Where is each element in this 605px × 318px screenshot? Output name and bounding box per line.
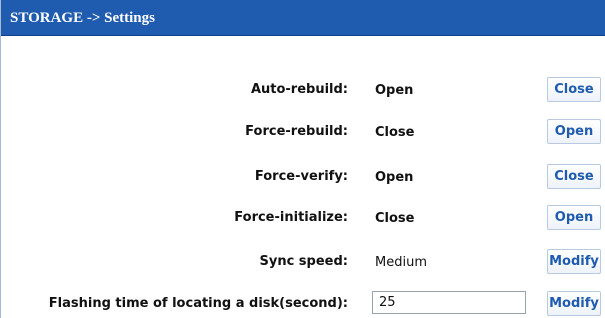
- force-rebuild-open-button[interactable]: Open: [547, 119, 601, 144]
- sync-speed-modify-button[interactable]: Modify: [547, 249, 601, 274]
- auto-rebuild-close-button[interactable]: Close: [547, 77, 601, 102]
- force-rebuild-label: Force-rebuild:: [245, 124, 348, 139]
- force-rebuild-row: Force-rebuild: Close Open: [1, 117, 605, 147]
- page-title: STORAGE -> Settings: [10, 10, 155, 26]
- auto-rebuild-value: Open: [375, 83, 414, 98]
- auto-rebuild-row: Auto-rebuild: Open Close: [1, 75, 605, 105]
- force-initialize-value: Close: [375, 211, 415, 226]
- sync-speed-label: Sync speed:: [259, 254, 348, 269]
- force-rebuild-value: Close: [375, 125, 415, 140]
- force-verify-close-button[interactable]: Close: [547, 164, 601, 189]
- force-initialize-open-button[interactable]: Open: [547, 205, 601, 230]
- force-initialize-row: Force-initialize: Close Open: [1, 203, 605, 233]
- force-verify-label: Force-verify:: [254, 169, 348, 184]
- settings-panel: STORAGE -> Settings Auto-rebuild: Open C…: [0, 0, 605, 318]
- sync-speed-value: Medium: [375, 255, 427, 270]
- sync-speed-row: Sync speed: Medium Modify: [1, 247, 605, 277]
- flashing-time-modify-button[interactable]: Modify: [547, 291, 601, 316]
- panel-header: STORAGE -> Settings: [1, 0, 605, 36]
- auto-rebuild-label: Auto-rebuild:: [250, 82, 348, 97]
- flashing-time-row: Flashing time of locating a disk(second)…: [1, 289, 605, 318]
- flashing-time-input[interactable]: [372, 291, 526, 314]
- force-initialize-label: Force-initialize:: [234, 210, 348, 225]
- force-verify-row: Force-verify: Open Close: [1, 162, 605, 192]
- force-verify-value: Open: [375, 170, 414, 185]
- flashing-time-label: Flashing time of locating a disk(second)…: [48, 296, 348, 311]
